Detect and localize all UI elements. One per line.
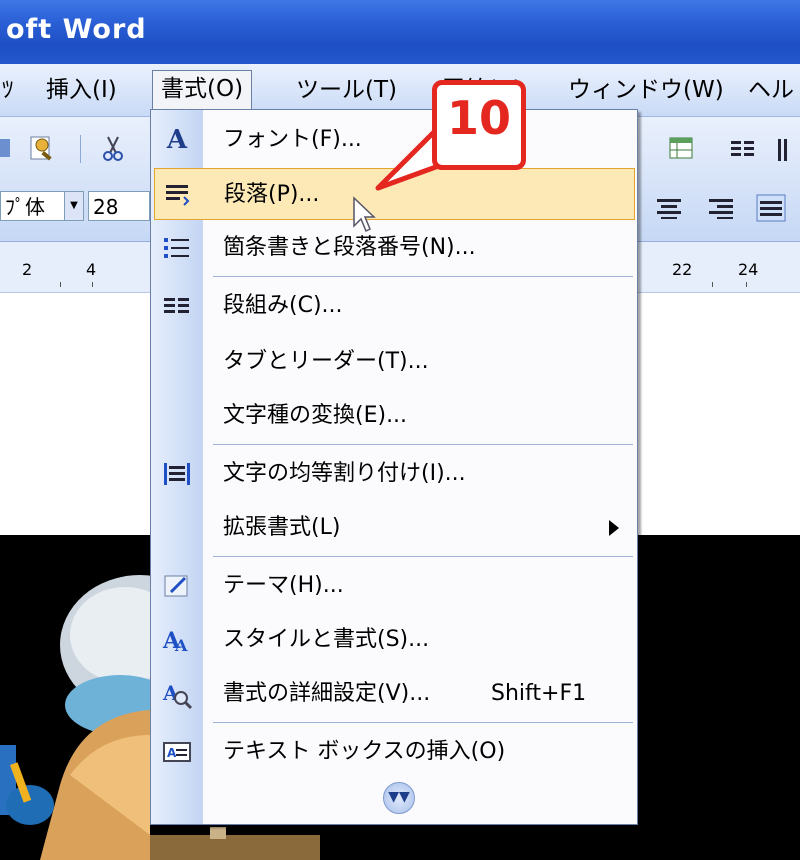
menu-window[interactable]: ウィンドウ(W) <box>560 72 732 108</box>
menu-item-shortcut: Shift+F1 <box>491 681 587 706</box>
menu-item-label: テーマ(H)... <box>223 573 344 598</box>
menu-separator <box>213 276 633 277</box>
menu-item-change-case[interactable]: 文字種の変換(E)... <box>151 390 637 442</box>
expand-menu-chevron-icon[interactable]: ▼▼ <box>383 782 415 814</box>
menu-item-reveal-formatting[interactable]: A 書式の詳細設定(V)... Shift+F1 <box>151 668 637 720</box>
menu-help[interactable]: ヘル <box>740 72 800 108</box>
menu-item-label: フォント(F)... <box>223 127 362 152</box>
font-a-icon: A <box>166 125 188 155</box>
distribute-icon <box>164 463 190 485</box>
menu-item-label: 箇条書きと段落番号(N)... <box>223 235 476 260</box>
menu-separator <box>213 556 633 557</box>
menu-item-extended-format[interactable]: 拡張書式(L) <box>151 502 637 554</box>
window-title: oft Word <box>6 14 147 45</box>
menu-item-bullets[interactable]: 箇条書きと段落番号(N)... <box>151 222 637 274</box>
bullets-icon <box>164 238 189 258</box>
distributed-icon[interactable] <box>756 193 786 223</box>
font-size-combo[interactable]: 28 <box>88 191 150 221</box>
insert-excel-icon[interactable] <box>666 133 696 163</box>
menu-item-insert-textbox[interactable]: A テキスト ボックスの挿入(O) <box>151 726 637 778</box>
submenu-arrow-icon <box>609 520 619 536</box>
font-combo-value: ﾌﾟ体 <box>5 195 45 219</box>
research-icon[interactable] <box>28 133 58 163</box>
styles-icon: A A <box>162 628 188 655</box>
ruler-tick <box>746 282 747 287</box>
columns-toolbar-icon[interactable] <box>728 135 758 165</box>
cut-icon[interactable] <box>98 133 128 163</box>
menu-item-label: 拡張書式(L) <box>223 515 341 540</box>
align-right-icon[interactable] <box>706 193 736 223</box>
svg-text:A: A <box>167 746 177 760</box>
ruler-number: 2 <box>22 260 33 279</box>
menu-item-styles[interactable]: A A スタイルと書式(S)... <box>151 614 637 666</box>
font-size-value: 28 <box>93 195 119 219</box>
ruler-tick <box>712 282 713 287</box>
menu-separator <box>213 444 633 445</box>
ruler-tick <box>60 282 61 287</box>
font-combo-dropdown[interactable]: ▼ <box>64 192 83 220</box>
menu-item-label: 文字種の変換(E)... <box>223 403 408 428</box>
ruler-number: 24 <box>738 260 759 279</box>
menu-item-theme[interactable]: テーマ(H)... <box>151 560 637 612</box>
menu-edit-partial[interactable]: ﾂ <box>0 72 22 108</box>
ruler-number: 22 <box>672 260 693 279</box>
align-center-icon[interactable] <box>654 193 684 223</box>
line-spacing-icon[interactable] <box>776 135 800 165</box>
format-menu: A フォント(F)... 段落(P)... 箇条書きと段落番号(N)... 段組… <box>150 109 638 825</box>
step-number: 10 <box>446 91 511 145</box>
menu-item-label: タブとリーダー(T)... <box>223 349 429 374</box>
menu-item-label: スタイルと書式(S)... <box>223 627 430 652</box>
columns-icon <box>164 298 189 313</box>
reveal-format-icon: A <box>162 681 193 710</box>
menu-item-label: 書式の詳細設定(V)... <box>223 681 431 706</box>
step-callout: 10 <box>432 80 526 170</box>
menu-item-tabs[interactable]: タブとリーダー(T)... <box>151 336 637 388</box>
ruler-tick <box>92 282 93 287</box>
print-preview-icon[interactable] <box>0 133 30 163</box>
menu-item-label: 段組み(C)... <box>223 293 343 318</box>
menu-item-columns[interactable]: 段組み(C)... <box>151 280 637 332</box>
mouse-cursor-icon <box>353 196 376 233</box>
toolbar-separator <box>80 135 81 163</box>
paragraph-icon <box>166 185 190 206</box>
theme-icon <box>164 575 188 597</box>
menu-item-label: テキスト ボックスの挿入(O) <box>223 739 506 764</box>
menu-item-distribute[interactable]: 文字の均等割り付け(I)... <box>151 448 637 500</box>
menu-item-label: 文字の均等割り付け(I)... <box>223 461 466 486</box>
svg-text:A: A <box>174 636 188 655</box>
menu-separator <box>213 722 633 723</box>
textbox-icon: A <box>163 742 191 762</box>
ruler-number: 4 <box>86 260 97 279</box>
menu-item-label: 段落(P)... <box>224 182 320 207</box>
menu-tools[interactable]: ツール(T) <box>288 72 405 108</box>
title-bar: oft Word <box>0 0 800 64</box>
menu-insert[interactable]: 挿入(I) <box>38 72 125 108</box>
